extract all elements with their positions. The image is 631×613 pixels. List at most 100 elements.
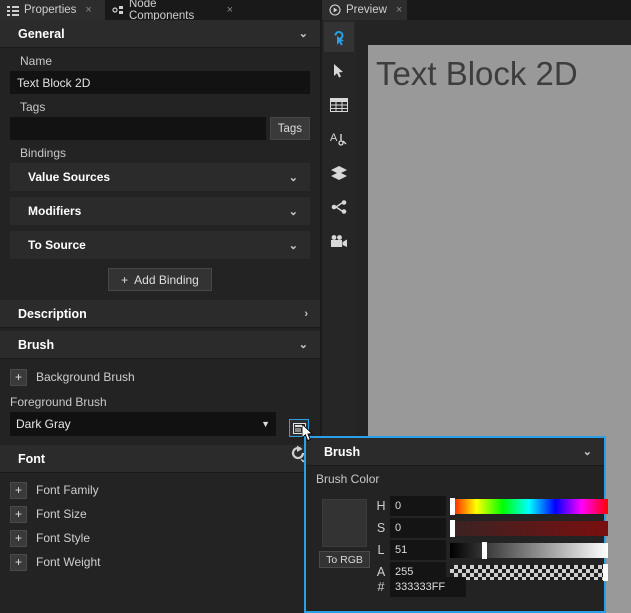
lightness-slider-thumb[interactable] xyxy=(481,541,487,559)
font-family-row[interactable]: + Font Family xyxy=(4,478,320,502)
chevron-down-icon[interactable]: ⌄ xyxy=(289,239,298,252)
channel-s-key: S xyxy=(376,521,386,535)
chevron-down-icon[interactable]: ⌄ xyxy=(289,171,298,184)
lightness-slider[interactable] xyxy=(450,541,608,559)
hex-input[interactable]: 333333FF xyxy=(390,577,466,597)
section-description[interactable]: Description › xyxy=(0,300,320,328)
subsection-modifiers[interactable]: Modifiers ⌄ xyxy=(10,197,310,225)
chevron-down-icon[interactable]: ▼ xyxy=(261,419,270,429)
foreground-brush-combo[interactable]: Dark Gray ▼ xyxy=(10,412,276,436)
tab-node-components-label: Node Components xyxy=(129,0,195,22)
section-brush[interactable]: Brush ⌄ xyxy=(0,331,320,359)
select-arrow-tool[interactable] xyxy=(324,56,354,86)
mouse-cursor xyxy=(301,422,315,443)
subsection-value-sources[interactable]: Value Sources ⌄ xyxy=(10,163,310,191)
foreground-brush-value: Dark Gray xyxy=(16,417,71,431)
tab-preview[interactable]: Preview × xyxy=(322,0,407,20)
hex-key: # xyxy=(377,580,385,594)
app-root: Properties × Node Components × Preview ×… xyxy=(0,0,631,613)
chevron-down-icon[interactable]: ⌄ xyxy=(289,205,298,218)
channel-h-key: H xyxy=(376,499,386,513)
add-background-brush-button[interactable]: + xyxy=(10,368,27,386)
name-label: Name xyxy=(20,54,53,68)
tab-node-components[interactable]: Node Components × xyxy=(105,0,240,22)
preview-canvas-text: Text Block 2D xyxy=(376,55,578,92)
popup-header-brush[interactable]: Brush ⌄ xyxy=(306,438,604,466)
channel-row-l: L 51 xyxy=(372,540,608,560)
text-layout-tool[interactable]: A xyxy=(324,124,354,154)
camera-tool[interactable] xyxy=(324,226,354,256)
hue-slider-thumb[interactable] xyxy=(450,497,455,515)
saturation-slider[interactable] xyxy=(450,519,608,537)
background-brush-label: Background Brush xyxy=(36,370,135,384)
tags-input[interactable] xyxy=(10,117,266,140)
section-font-title: Font xyxy=(18,451,46,466)
channel-h-input[interactable]: 0 xyxy=(390,496,446,516)
section-font[interactable]: Font ⌄ xyxy=(0,445,320,473)
add-font-family-button[interactable]: + xyxy=(10,481,27,499)
add-binding-row: + Add Binding xyxy=(10,259,310,291)
chevron-right-icon[interactable]: › xyxy=(304,308,308,320)
font-weight-label: Font Weight xyxy=(36,555,101,569)
play-circle-icon xyxy=(329,4,341,16)
layers-tool[interactable] xyxy=(324,158,354,188)
node-icon xyxy=(112,4,124,16)
font-family-label: Font Family xyxy=(36,483,99,497)
tab-properties-close-icon[interactable]: × xyxy=(85,4,91,16)
tab-node-components-close-icon[interactable]: × xyxy=(227,4,233,16)
tags-row: Tags xyxy=(10,117,310,140)
tab-properties[interactable]: Properties × xyxy=(0,0,105,20)
subsection-value-sources-title: Value Sources xyxy=(28,170,111,184)
svg-text:A: A xyxy=(330,132,338,144)
alpha-slider[interactable] xyxy=(450,563,609,581)
tab-preview-close-icon[interactable]: × xyxy=(396,4,402,16)
subsection-to-source[interactable]: To Source ⌄ xyxy=(10,231,310,259)
list-icon xyxy=(7,4,19,16)
chevron-down-icon[interactable]: ⌄ xyxy=(583,445,592,458)
channel-row-s: S 0 xyxy=(372,518,608,538)
alpha-slider-thumb[interactable] xyxy=(603,563,609,581)
saturation-slider-thumb[interactable] xyxy=(450,519,455,537)
background-brush-row[interactable]: + Background Brush xyxy=(4,365,310,389)
grid-table-tool[interactable] xyxy=(324,90,354,120)
font-style-row[interactable]: + Font Style xyxy=(4,526,320,550)
node-graph-tool[interactable] xyxy=(324,192,354,222)
tab-bar: Properties × Node Components × Preview × xyxy=(0,0,631,22)
tags-label: Tags xyxy=(20,100,46,114)
plus-icon: + xyxy=(121,272,129,287)
channel-l-key: L xyxy=(377,543,385,557)
foreground-brush-row: Dark Gray ▼ xyxy=(4,412,310,436)
name-input[interactable]: Text Block 2D xyxy=(10,71,310,94)
section-general-title: General xyxy=(18,26,65,41)
chevron-down-icon[interactable]: ⌄ xyxy=(299,27,308,40)
subsection-modifiers-title: Modifiers xyxy=(28,204,82,218)
to-rgb-button[interactable]: To RGB xyxy=(319,551,370,568)
section-description-title: Description xyxy=(18,306,87,321)
add-font-style-button[interactable]: + xyxy=(10,529,27,547)
add-font-size-button[interactable]: + xyxy=(10,505,27,523)
foreground-brush-label: Foreground Brush xyxy=(10,395,107,409)
channel-l-input[interactable]: 51 xyxy=(390,540,446,560)
hex-row: # 333333FF xyxy=(372,577,466,597)
font-weight-row[interactable]: + Font Weight xyxy=(4,550,320,574)
color-swatch-preview xyxy=(322,499,367,547)
add-font-weight-button[interactable]: + xyxy=(10,553,27,571)
section-general[interactable]: General ⌄ xyxy=(0,20,320,48)
channel-s-input[interactable]: 0 xyxy=(390,518,446,538)
tags-button[interactable]: Tags xyxy=(269,117,310,140)
font-size-row[interactable]: + Font Size xyxy=(4,502,320,526)
add-binding-button[interactable]: + Add Binding xyxy=(108,268,212,291)
brush-color-popup: Brush ⌄ Brush Color To RGB H 0 S 0 L 51 xyxy=(304,436,609,613)
tab-properties-label: Properties xyxy=(24,4,77,16)
font-body: + Font Family + Font Size + Font Style +… xyxy=(0,473,320,574)
interact-cursor-tool[interactable] xyxy=(324,22,354,52)
bindings-label: Bindings xyxy=(20,146,67,160)
section-brush-title: Brush xyxy=(18,337,55,352)
hue-slider[interactable] xyxy=(450,497,608,515)
popup-brush-title: Brush xyxy=(324,444,361,459)
brush-body: + Background Brush Foreground Brush Dark… xyxy=(0,359,320,436)
subsection-to-source-title: To Source xyxy=(28,238,86,252)
general-body: Name Text Block 2D Tags Tags Bindings Va… xyxy=(10,48,310,291)
chevron-down-icon[interactable]: ⌄ xyxy=(299,338,308,351)
font-style-label: Font Style xyxy=(36,531,91,545)
